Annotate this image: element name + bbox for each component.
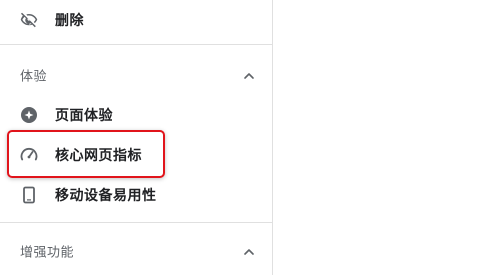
chevron-up-icon[interactable] bbox=[242, 68, 256, 82]
divider bbox=[0, 222, 273, 223]
plus-circle-icon bbox=[20, 106, 38, 124]
sidebar-item-label: 移动设备易用性 bbox=[55, 188, 157, 204]
sidebar-item-label: 删除 bbox=[55, 13, 84, 29]
chevron-up-icon[interactable] bbox=[242, 244, 256, 258]
section-title: 增强功能 bbox=[20, 245, 75, 261]
eye-off-icon bbox=[20, 11, 38, 29]
sidebar-nav: 删除 体验 页面体验 核心网页指标 移动设备易用性 增强功能 bbox=[0, 0, 273, 275]
sidebar-item-label: 页面体验 bbox=[55, 108, 113, 124]
smartphone-icon bbox=[20, 186, 38, 204]
sidebar-item-page-experience[interactable]: 页面体验 bbox=[0, 95, 273, 135]
sidebar-item-removals[interactable]: 删除 bbox=[0, 0, 273, 40]
highlight-annotation bbox=[7, 130, 165, 178]
main-content bbox=[274, 0, 499, 275]
section-header-enhancements[interactable]: 增强功能 bbox=[0, 229, 273, 273]
section-header-experience[interactable]: 体验 bbox=[0, 53, 273, 97]
section-title: 体验 bbox=[20, 69, 48, 85]
sidebar-item-mobile-usability[interactable]: 移动设备易用性 bbox=[0, 175, 273, 215]
divider bbox=[0, 44, 273, 45]
